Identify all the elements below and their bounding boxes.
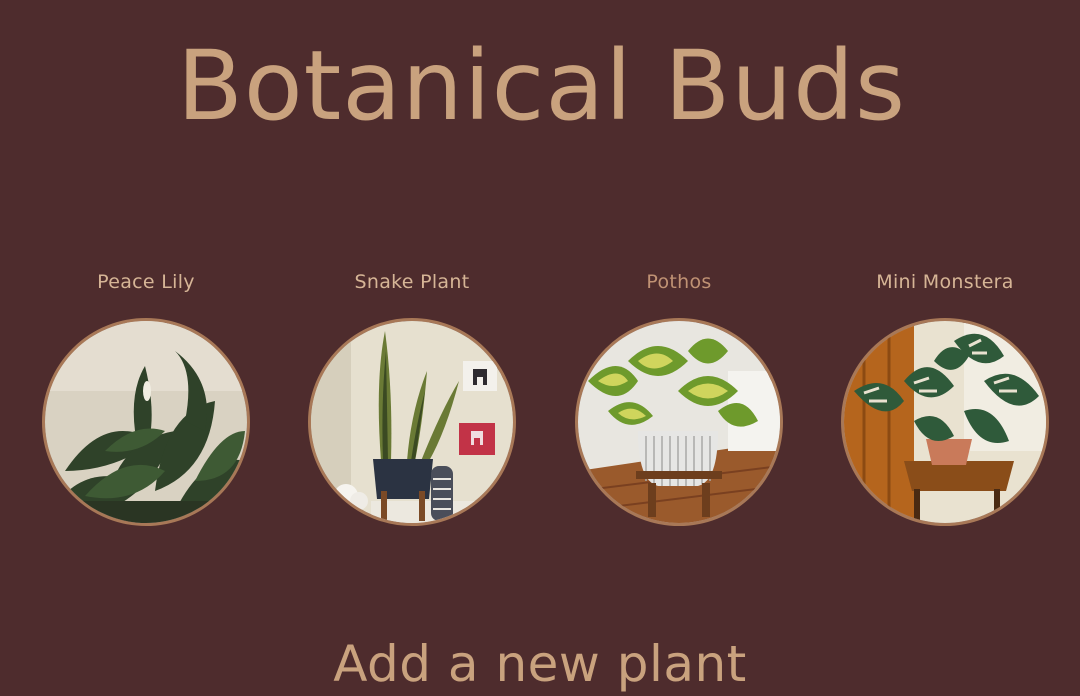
plant-name-link[interactable]: Mini Monstera [840,268,1050,296]
plant-photo[interactable] [308,318,516,526]
snake-plant-image [311,321,513,523]
plant-card-peace-lily[interactable]: Peace Lily [41,268,251,526]
add-new-plant-heading: Add a new plant [333,635,747,693]
plant-card-snake-plant[interactable]: Snake Plant [307,268,517,526]
pothos-image [578,321,780,523]
plant-photo[interactable] [841,318,1049,526]
peace-lily-image [45,321,247,523]
mini-monstera-image [844,321,1046,523]
site-title: Botanical Buds [176,30,907,142]
plant-card-mini-monstera[interactable]: Mini Monstera [840,268,1050,526]
plant-name-link[interactable]: Snake Plant [307,268,517,296]
plant-name-link[interactable]: Pothos [574,268,784,296]
plant-photo[interactable] [575,318,783,526]
plant-photo[interactable] [42,318,250,526]
plant-card-pothos[interactable]: Pothos [574,268,784,526]
plant-name-link[interactable]: Peace Lily [41,268,251,296]
